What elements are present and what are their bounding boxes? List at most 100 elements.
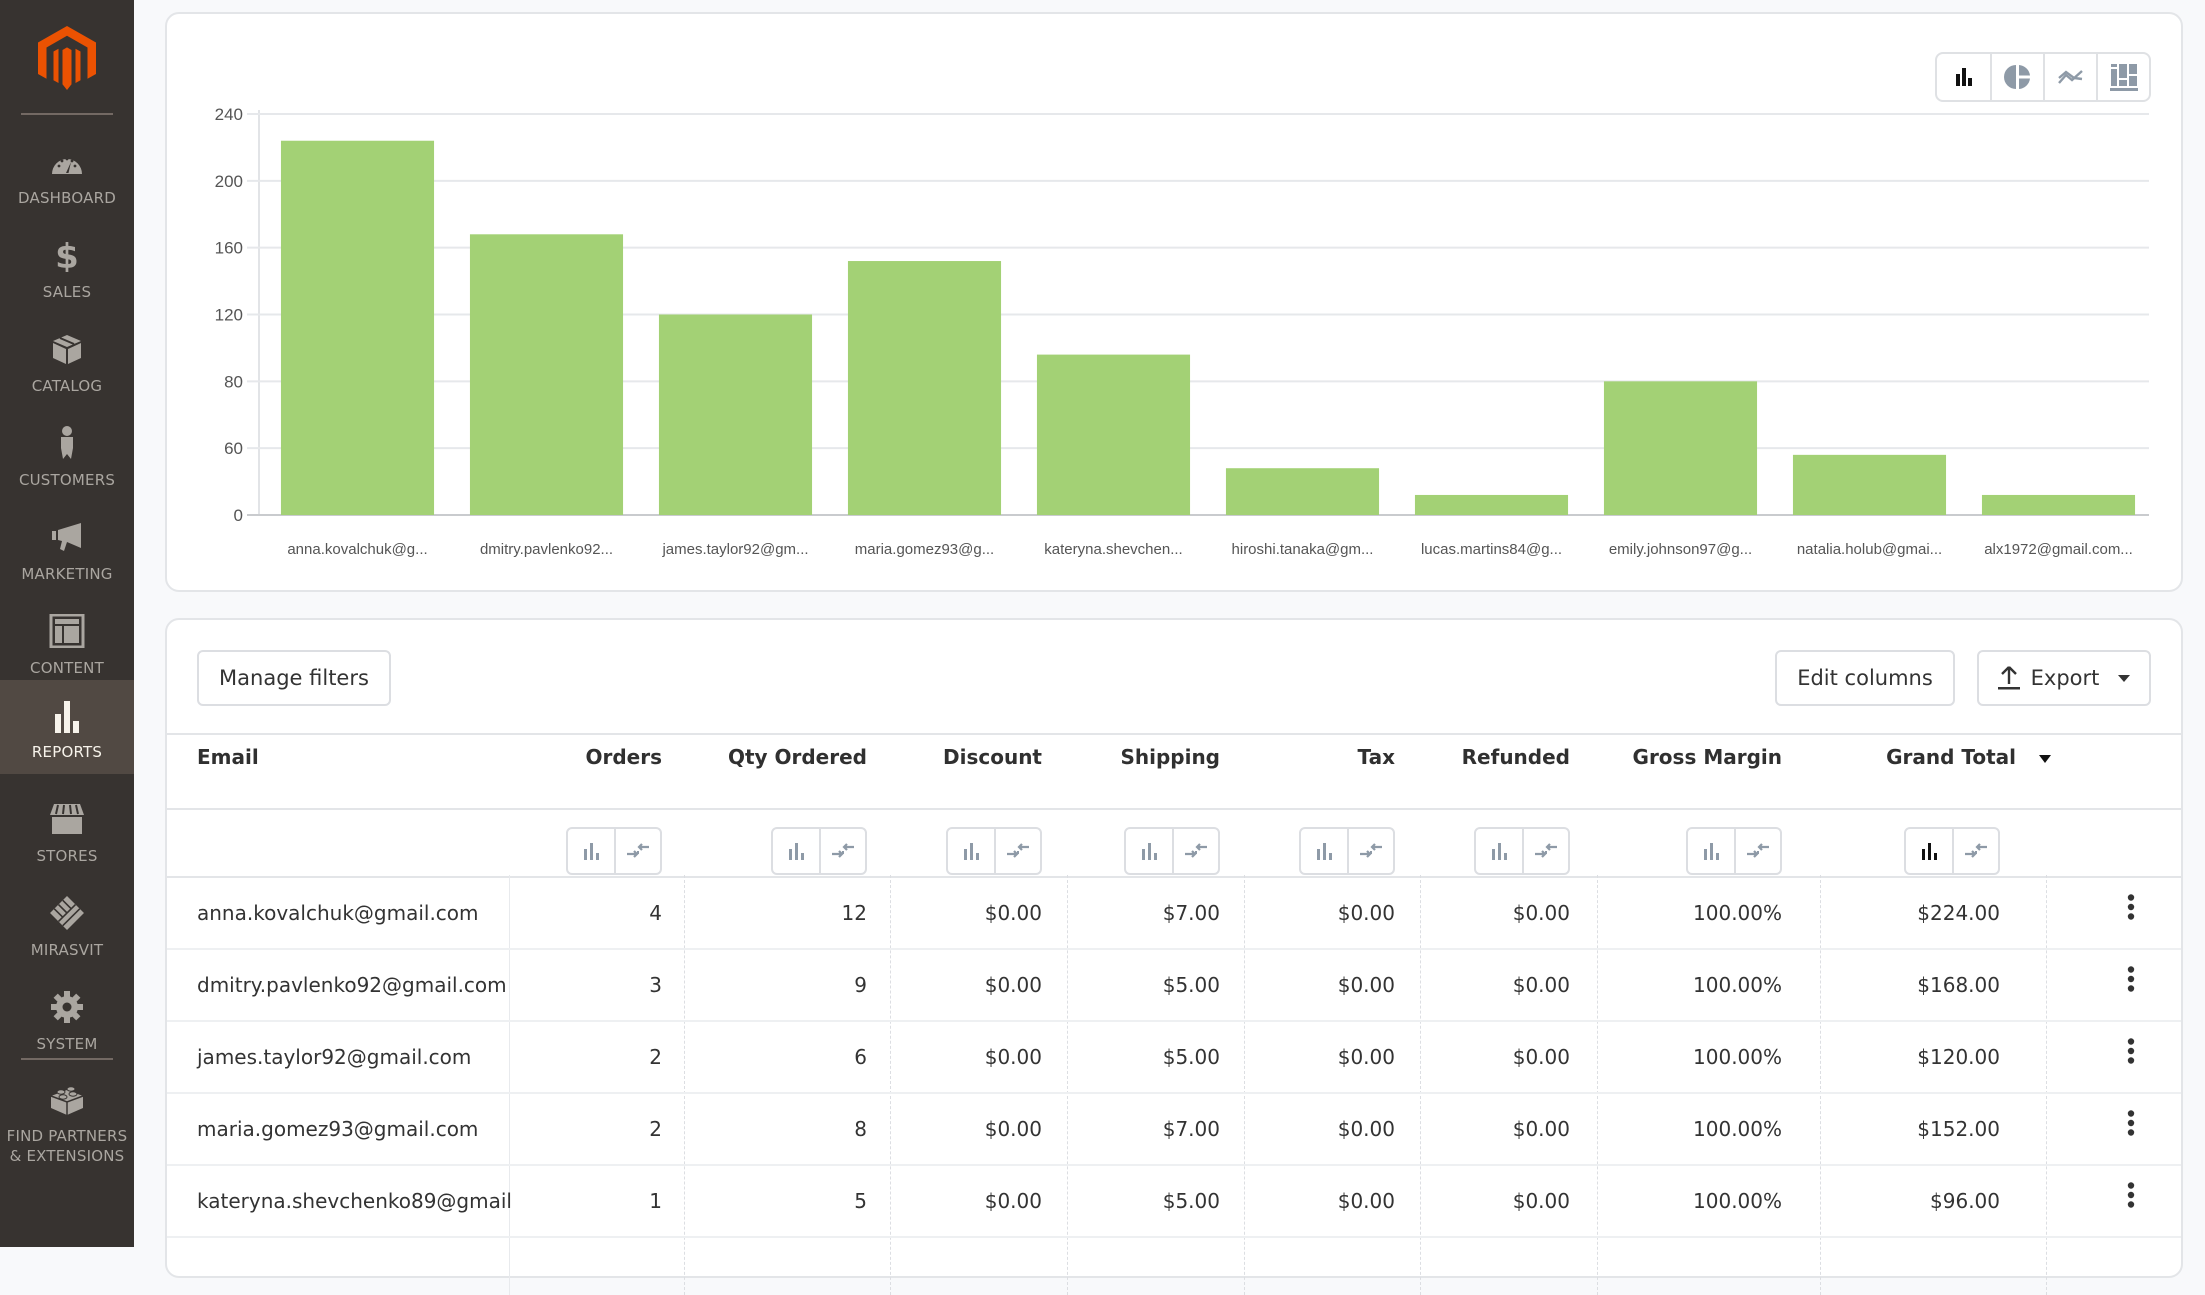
cell-tax: $0.00 [1337, 901, 1395, 925]
compare-button[interactable] [1172, 829, 1218, 873]
sidebar-item-label: SYSTEM [36, 1035, 98, 1053]
bar[interactable] [1981, 494, 2136, 515]
column-header-orders[interactable]: Orders [585, 742, 662, 772]
compare-button[interactable] [1347, 829, 1393, 873]
sidebar-item-label: STORES [36, 847, 98, 865]
cell-shipping: $7.00 [1162, 1117, 1220, 1141]
row-actions-button[interactable] [2116, 1160, 2146, 1230]
x-tick-label: hiroshi.tanaka@gm... [1232, 541, 1374, 558]
column-chart-icon [1142, 843, 1157, 860]
bar[interactable] [469, 234, 624, 516]
show-in-chart-button[interactable] [1126, 829, 1172, 873]
sidebar-item-label: CONTENT [30, 659, 104, 677]
compare-button[interactable] [614, 829, 660, 873]
show-in-chart-button[interactable] [1906, 829, 1952, 873]
column-header-grand-total[interactable]: Grand Total [1886, 742, 2052, 772]
cell-tax: $0.00 [1337, 1189, 1395, 1213]
row-actions-button[interactable] [2116, 944, 2146, 1014]
table-row[interactable]: dmitry.pavlenko92@gmail.com 3 9 $0.00 $5.00 $… [167, 950, 2181, 1022]
compare-button[interactable] [1522, 829, 1568, 873]
show-in-chart-button[interactable] [1476, 829, 1522, 873]
column-header-gross-margin[interactable]: Gross Margin [1633, 742, 1782, 772]
x-tick-label: alx1972@gmail.com... [1984, 541, 2133, 558]
column-tools-orders [566, 827, 662, 875]
column-header-email[interactable]: Email [197, 742, 259, 772]
manage-filters-button[interactable]: Manage filters [197, 650, 391, 706]
column-header-refunded[interactable]: Refunded [1462, 742, 1570, 772]
sidebar-item-marketing[interactable]: MARKETING [0, 506, 134, 600]
cell-shipping: $5.00 [1162, 973, 1220, 997]
cell-grand-total: $96.00 [1930, 1189, 2000, 1213]
cell-discount: $0.00 [984, 901, 1042, 925]
bar[interactable] [1414, 494, 1569, 515]
x-tick-label: anna.kovalchuk@g... [287, 541, 427, 558]
compare-button[interactable] [1734, 829, 1780, 873]
column-header-discount[interactable]: Discount [943, 742, 1042, 772]
cell-tax: $0.00 [1337, 1117, 1395, 1141]
sidebar-item-stores[interactable]: STORES [0, 788, 134, 882]
column-header-label: Qty Ordered [727, 745, 867, 769]
table-row[interactable]: maria.gomez93@gmail.com 2 8 $0.00 $7.00 $0.00… [167, 1094, 2181, 1166]
column-header-qty-ordered[interactable]: Qty Ordered [728, 742, 867, 772]
sidebar-item-system[interactable]: SYSTEM [0, 976, 134, 1070]
sidebar-item-label: FIND PARTNERS & EXTENSIONS [0, 1126, 134, 1166]
cell-grand-total: $152.00 [1917, 1117, 2000, 1141]
bar[interactable] [658, 314, 813, 516]
table-row[interactable]: james.taylor92@gmail.com 2 6 $0.00 $5.00 $0.0… [167, 1022, 2181, 1094]
column-tools-refunded [1474, 827, 1570, 875]
bar[interactable] [280, 140, 435, 515]
sidebar-item-sales[interactable]: $ SALES [0, 224, 134, 318]
column-tools-shipping [1124, 827, 1220, 875]
column-chart-icon [1492, 843, 1507, 860]
sidebar-item-find-partners[interactable]: FIND PARTNERS & EXTENSIONS [0, 1068, 134, 1168]
column-header-shipping[interactable]: Shipping [1120, 742, 1220, 772]
cell-refunded: $0.00 [1512, 1045, 1570, 1069]
bar[interactable] [1036, 354, 1191, 515]
cell-qty-ordered: 9 [854, 973, 867, 997]
edit-columns-button[interactable]: Edit columns [1775, 650, 1955, 706]
show-in-chart-button[interactable] [773, 829, 819, 873]
svg-text:$: $ [55, 238, 79, 272]
cell-email: anna.kovalchuk@gmail.com [197, 901, 479, 925]
bar[interactable] [847, 261, 1002, 515]
person-icon [61, 426, 73, 459]
cell-gross-margin: 100.00% [1693, 1117, 1782, 1141]
manage-filters-label: Manage filters [219, 666, 369, 690]
sidebar-item-mirasvit[interactable]: MIRASVIT [0, 882, 134, 976]
compare-arrows-icon [1535, 843, 1557, 858]
bar[interactable] [1792, 454, 1947, 515]
column-header-label: Refunded [1461, 745, 1570, 769]
row-actions-button[interactable] [2116, 872, 2146, 942]
show-in-chart-button[interactable] [568, 829, 614, 873]
compare-button[interactable] [1952, 829, 1998, 873]
sidebar-item-reports[interactable]: REPORTS [0, 680, 134, 774]
compare-button[interactable] [994, 829, 1040, 873]
sidebar-item-dashboard[interactable]: DASHBOARD [0, 130, 134, 224]
bar[interactable] [1225, 468, 1380, 515]
sidebar-item-customers[interactable]: CUSTOMERS [0, 412, 134, 506]
row-actions-button[interactable] [2116, 1016, 2146, 1086]
bar-chart: 0 60 80 120 160 200 240 anna.kovalchuk@g... dmit… [215, 105, 2149, 558]
compare-button[interactable] [819, 829, 865, 873]
magento-logo-icon[interactable] [38, 26, 96, 90]
cell-email: kateryna.shevchenko89@gmail [197, 1189, 512, 1213]
cell-gross-margin: 100.00% [1693, 1189, 1782, 1213]
column-header-tax[interactable]: Tax [1358, 742, 1395, 772]
cell-tax: $0.00 [1337, 973, 1395, 997]
table-row[interactable]: anna.kovalchuk@gmail.com 4 12 $0.00 $7.00 $0.… [167, 878, 2181, 950]
y-tick-label: 0 [234, 506, 243, 525]
more-vertical-icon [2127, 1182, 2135, 1208]
bar[interactable] [1603, 381, 1758, 515]
cell-refunded: $0.00 [1512, 1189, 1570, 1213]
export-button[interactable]: Export [1977, 650, 2151, 706]
more-vertical-icon [2127, 1038, 2135, 1064]
row-actions-button[interactable] [2116, 1088, 2146, 1158]
sidebar-item-catalog[interactable]: CATALOG [0, 318, 134, 412]
cell-grand-total: $168.00 [1917, 973, 2000, 997]
cell-qty-ordered: 6 [854, 1045, 867, 1069]
show-in-chart-button[interactable] [1301, 829, 1347, 873]
show-in-chart-button[interactable] [1688, 829, 1734, 873]
table-row[interactable]: kateryna.shevchenko89@gmail 1 5 $0.00 $5.00 $… [167, 1166, 2181, 1238]
show-in-chart-button[interactable] [948, 829, 994, 873]
compare-arrows-icon [1007, 843, 1029, 858]
